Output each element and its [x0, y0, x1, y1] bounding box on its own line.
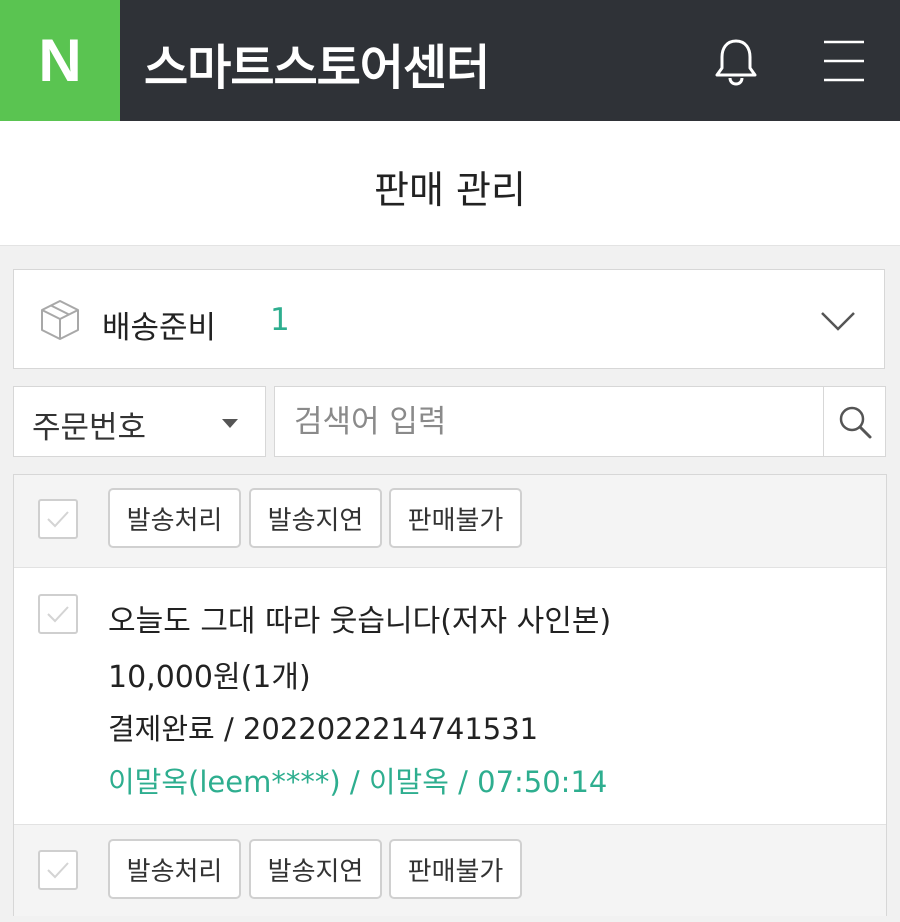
order-payment-status: 결제완료 / 2022022214741531	[108, 712, 539, 746]
order-buyer-info: 이말옥(leem****) / 이말옥 / 07:50:14	[108, 765, 608, 799]
order-product-title[interactable]: 오늘도 그대 따라 웃습니다(저자 사인본)	[108, 596, 611, 640]
logo-letter: N	[38, 27, 82, 94]
notification-bell-icon[interactable]	[708, 34, 764, 90]
search-icon	[839, 406, 871, 438]
app-title: 스마트스토어센터	[144, 40, 490, 96]
check-icon	[47, 511, 69, 528]
delay-shipping-button[interactable]: 발송지연	[249, 488, 382, 548]
ship-button-bottom[interactable]: 발송처리	[108, 839, 241, 899]
select-all-checkbox-bottom[interactable]	[38, 850, 78, 890]
ship-button[interactable]: 발송처리	[108, 488, 241, 548]
search-button[interactable]	[824, 387, 885, 456]
page-title: 판매 관리	[374, 168, 526, 212]
chevron-down-icon[interactable]	[818, 303, 858, 339]
select-all-checkbox[interactable]	[38, 499, 78, 539]
delay-shipping-button-bottom[interactable]: 발송지연	[249, 839, 382, 899]
hamburger-menu-icon[interactable]	[818, 36, 870, 86]
search-input[interactable]	[292, 396, 816, 448]
status-count: 1	[270, 302, 290, 338]
order-price-quantity: 10,000원(1개)	[108, 660, 311, 695]
caret-down-icon	[222, 419, 238, 428]
top-app-bar: N 스마트스토어센터	[0, 0, 900, 121]
search-type-label: 주문번호	[32, 410, 147, 446]
order-item-checkbox[interactable]	[38, 594, 78, 634]
not-for-sale-button[interactable]: 판매불가	[389, 488, 522, 548]
page-header: 판매 관리	[0, 121, 900, 246]
check-icon	[47, 606, 69, 623]
not-for-sale-button-bottom[interactable]: 판매불가	[389, 839, 522, 899]
status-label: 배송준비	[102, 310, 217, 346]
box-icon	[38, 298, 82, 342]
check-icon	[47, 862, 69, 879]
naver-logo[interactable]: N	[0, 0, 120, 121]
